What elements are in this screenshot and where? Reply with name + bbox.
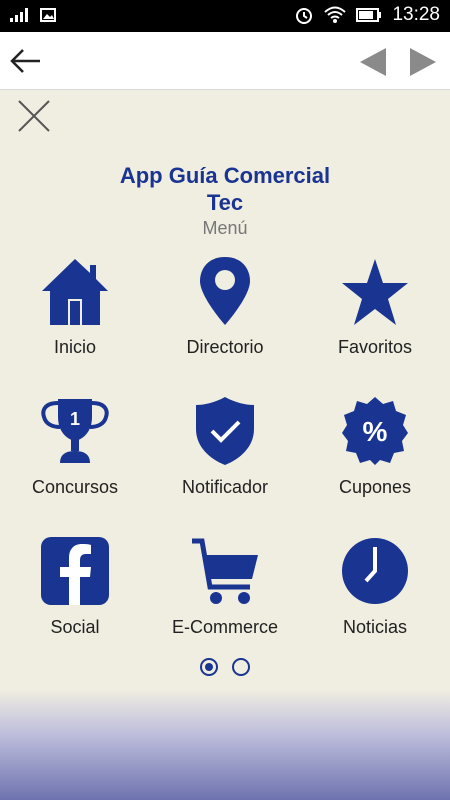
star-icon	[342, 259, 408, 325]
menu-subtitle: Menú	[202, 218, 248, 238]
signal-icon	[10, 8, 28, 22]
facebook-icon	[41, 537, 109, 605]
menu-item-label: Concursos	[31, 477, 119, 497]
wifi-icon	[324, 6, 347, 23]
bottom-gradient	[0, 690, 450, 800]
menu-item-e-commerce[interactable]: E-Commerce	[150, 535, 300, 665]
menu-item-concursos[interactable]: 1 Concursos	[0, 395, 150, 525]
previous-triangle-icon[interactable]	[358, 46, 388, 78]
menu-item-label: Noticias	[342, 617, 408, 637]
map-pin-icon	[200, 257, 250, 325]
battery-icon	[356, 8, 382, 22]
menu-item-label: Social	[50, 617, 100, 637]
percent-badge-icon: %	[342, 397, 408, 465]
status-time: 13:28	[392, 4, 440, 25]
page-dot-1[interactable]	[200, 658, 218, 676]
menu-item-label: Notificador	[181, 477, 269, 497]
menu-item-directorio[interactable]: Directorio	[150, 255, 300, 385]
clock-icon	[342, 538, 408, 604]
shopping-cart-icon	[192, 538, 258, 604]
svg-text:%: %	[363, 416, 388, 447]
page-indicator	[0, 658, 450, 678]
top-toolbar	[0, 32, 450, 90]
home-icon	[42, 259, 108, 325]
menu-item-notificador[interactable]: Notificador	[150, 395, 300, 525]
menu-item-cupones[interactable]: % Cupones	[300, 395, 450, 525]
next-triangle-icon[interactable]	[408, 46, 438, 78]
status-bar: 13:28	[0, 0, 450, 32]
menu-item-label: Inicio	[53, 337, 97, 357]
menu-item-favoritos[interactable]: Favoritos	[300, 255, 450, 385]
app-title: App Guía Comercial Tec	[0, 162, 450, 216]
trophy-icon: 1	[41, 399, 109, 463]
svg-text:1: 1	[70, 409, 80, 429]
app-title-line2: Tec	[206, 190, 244, 215]
image-icon	[40, 8, 56, 22]
menu-item-label: Favoritos	[337, 337, 413, 357]
menu-item-social[interactable]: Social	[0, 535, 150, 665]
menu-item-label: Directorio	[186, 337, 264, 357]
menu-item-noticias[interactable]: Noticias	[300, 535, 450, 665]
page-dot-2[interactable]	[232, 658, 250, 676]
menu-item-label: E-Commerce	[171, 617, 278, 637]
menu-item-label: Cupones	[338, 477, 412, 497]
menu-panel: App Guía Comercial Tec Menú Inicio Direc…	[0, 90, 450, 800]
shield-check-icon	[196, 397, 254, 465]
app-title-line1: App Guía Comercial	[119, 163, 331, 188]
close-icon[interactable]	[16, 98, 52, 134]
menu-item-inicio[interactable]: Inicio	[0, 255, 150, 385]
back-arrow-icon[interactable]	[10, 47, 42, 75]
alarm-icon	[296, 8, 313, 24]
